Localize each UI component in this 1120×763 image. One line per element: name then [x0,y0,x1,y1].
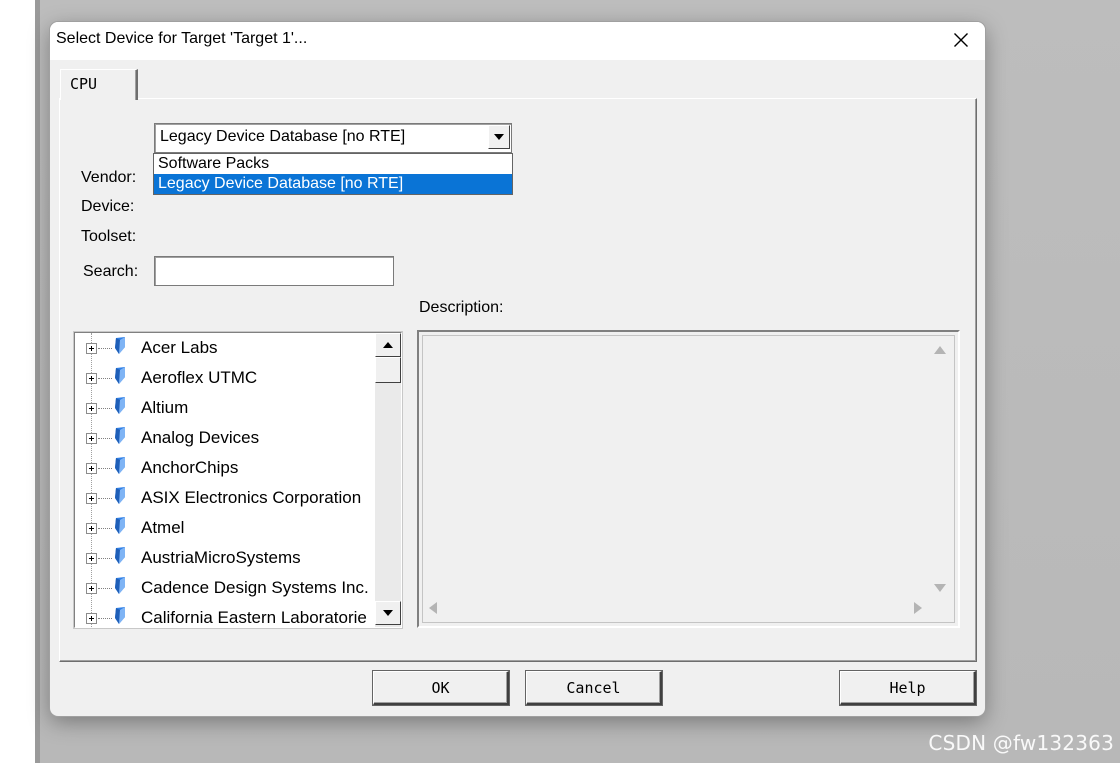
tree-branch-line [98,348,112,349]
expand-plus-icon[interactable] [86,523,97,534]
tree-item-vendor[interactable]: California Eastern Laboratorie [75,603,375,627]
tree-branch-line [98,438,112,439]
select-device-dialog: Select Device for Target 'Target 1'... C… [50,22,985,716]
tree-item-vendor[interactable]: Atmel [75,513,375,543]
tree-branch-line [98,468,112,469]
tree-item-vendor[interactable]: AustriaMicroSystems [75,543,375,573]
description-label: Description: [419,299,504,316]
scroll-right-arrow-icon[interactable] [914,602,922,614]
watermark: CSDN @fw132363 [928,731,1114,755]
tree-branch-line [98,408,112,409]
tree-branch-line [98,498,112,499]
vendor-gem-icon [115,367,125,384]
toolset-label: Toolset: [81,228,137,245]
tree-item-label: California Eastern Laboratorie [141,608,367,627]
ok-button[interactable]: OK [373,671,509,705]
expand-plus-icon[interactable] [86,343,97,354]
database-combo-value: Legacy Device Database [no RTE] [160,128,406,145]
search-label: Search: [83,263,139,280]
scroll-thumb[interactable] [375,357,401,383]
tree-item-vendor[interactable]: Aeroflex UTMC [75,363,375,393]
vendor-gem-icon [115,487,125,504]
tree-item-label: Altium [141,398,189,417]
database-combo[interactable]: Legacy Device Database [no RTE] [154,123,512,153]
background-window-left [0,0,35,763]
dropdown-option-legacy-database[interactable]: Legacy Device Database [no RTE] [154,174,512,194]
tree-item-label: AustriaMicroSystems [141,548,301,567]
vendor-gem-icon [115,547,125,564]
help-button[interactable]: Help [840,671,976,705]
description-box[interactable] [417,330,960,628]
expand-plus-icon[interactable] [86,613,97,624]
vendor-gem-icon [115,577,125,594]
close-button[interactable] [937,22,985,58]
tab-cpu[interactable]: CPU [60,69,138,100]
vendor-gem-icon [115,427,125,444]
tree-branch-line [98,588,112,589]
tree-item-vendor[interactable]: Cadence Design Systems Inc. [75,573,375,603]
close-icon [954,33,968,47]
triangle-up-icon [383,342,393,348]
combo-dropdown-button[interactable] [488,125,510,149]
tree-item-label: Atmel [141,518,185,537]
vendor-gem-icon [115,337,125,354]
tab-cpu-label: CPU [70,75,98,93]
tree-item-label: Cadence Design Systems Inc. [141,578,369,597]
title-bar: Select Device for Target 'Target 1'... [50,22,985,60]
tree-item-label: Acer Labs [141,338,218,357]
expand-plus-icon[interactable] [86,463,97,474]
scroll-down-button[interactable] [375,601,401,625]
vendor-gem-icon [115,457,125,474]
tree-item-vendor[interactable]: Analog Devices [75,423,375,453]
tree-item-label: AnchorChips [141,458,239,477]
tree-item-vendor[interactable]: ASIX Electronics Corporation [75,483,375,513]
tree-item-label: ASIX Electronics Corporation [141,488,362,507]
triangle-down-icon [494,134,504,140]
vendor-gem-icon [115,397,125,414]
search-input[interactable] [154,256,394,286]
expand-plus-icon[interactable] [86,373,97,384]
vendor-tree-scrollbar[interactable] [375,333,401,627]
tree-item-vendor[interactable]: Altium [75,393,375,423]
scroll-up-arrow-icon[interactable] [934,346,946,354]
dialog-title: Select Device for Target 'Target 1'... [56,30,308,47]
expand-plus-icon[interactable] [86,553,97,564]
device-label: Device: [81,198,135,215]
tree-item-label: Analog Devices [141,428,260,447]
description-content [422,335,955,623]
triangle-down-icon [383,610,393,616]
expand-plus-icon[interactable] [86,433,97,444]
dropdown-option-software-packs[interactable]: Software Packs [154,154,512,174]
tree-branch-line [98,378,112,379]
vendor-gem-icon [115,517,125,534]
scroll-up-button[interactable] [375,333,401,357]
tree-item-vendor[interactable]: AnchorChips [75,453,375,483]
vendor-tree[interactable]: Acer Labs Aeroflex UTMC Altium Analog De… [74,332,402,628]
expand-plus-icon[interactable] [86,583,97,594]
tree-item-vendor[interactable]: Acer Labs [75,333,375,363]
vendor-label: Vendor: [81,169,137,186]
tree-item-label: Aeroflex UTMC [141,368,258,387]
cancel-button[interactable]: Cancel [526,671,662,705]
vendor-gem-icon [115,607,125,624]
scroll-left-arrow-icon[interactable] [429,602,437,614]
database-dropdown-list: Software Packs Legacy Device Database [n… [153,153,513,195]
expand-plus-icon[interactable] [86,403,97,414]
tree-branch-line [98,618,112,619]
tree-branch-line [98,558,112,559]
tree-branch-line [98,528,112,529]
scroll-down-arrow-icon[interactable] [934,584,946,592]
expand-plus-icon[interactable] [86,493,97,504]
